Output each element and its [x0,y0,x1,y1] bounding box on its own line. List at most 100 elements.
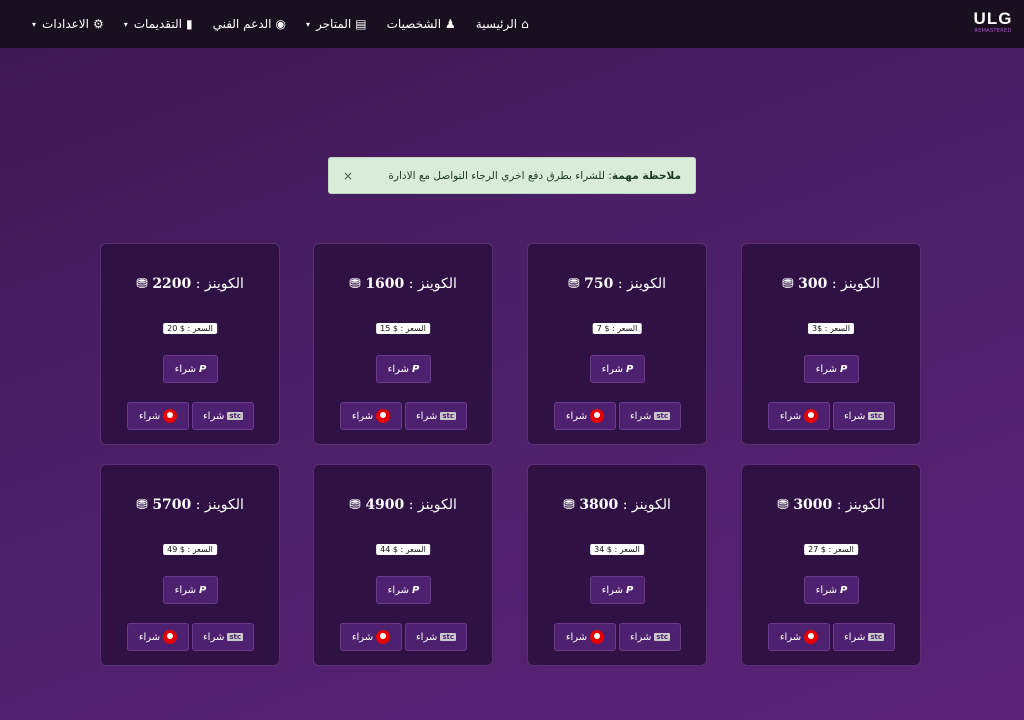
title-prefix: الكوينز : [831,276,880,292]
title-prefix: الكوينز : [195,276,244,292]
stc-icon: stc [868,412,885,420]
price-value: $ 34 [594,545,612,554]
paypal-icon: P [626,363,634,375]
title-prefix: الكوينز : [408,276,457,292]
buy-label: شراء [174,584,197,596]
price-value: $ 27 [808,545,826,554]
coin-amount: 5700 [152,497,192,513]
buy-vodafone-button[interactable]: شراء [127,402,189,430]
title-prefix: الكوينز : [622,497,671,513]
buy-label: شراء [815,363,838,375]
package-title: الكوينز : 300 ⛃ [742,276,920,292]
price-prefix: السعر : [187,324,213,333]
vodafone-icon [163,409,178,423]
buy-paypal-button[interactable]: P شراء [590,576,645,604]
coin-amount: 4900 [365,497,405,513]
nav-item-4[interactable]: ▮ التقديمات ▾ [124,17,193,31]
buy-vodafone-button[interactable]: شراء [554,402,616,430]
price-prefix: السعر : [828,545,854,554]
buy-stc-button[interactable]: stc شراء [833,402,895,430]
buy-vodafone-button[interactable]: شراء [340,402,402,430]
stc-icon: stc [440,412,457,420]
price-badge: السعر : $ 44 [376,544,430,555]
buy-vodafone-button[interactable]: شراء [768,623,830,651]
nav-item-3[interactable]: ◉ الدعم الفني [213,17,286,31]
nav-item-label: الشخصيات [386,17,442,31]
coins-icon: ⛃ [777,497,789,513]
nav-menu: ⌂ الرئيسية ♟ الشخصيات ▤ المتاجر ▾ ◉ الدعم الفني ▮… [12,17,529,31]
buy-label: شراء [138,631,161,643]
price-prefix: السعر : [611,324,638,333]
coins-icon: ⛃ [349,497,361,513]
clipboard-icon: ▮ [185,17,193,31]
buy-label: شراء [601,584,624,596]
buy-stc-button[interactable]: stc شراء [619,402,681,430]
buy-vodafone-button[interactable]: شراء [768,402,830,430]
paypal-icon: P [199,584,207,596]
buy-label: شراء [174,363,197,375]
nav-item-5[interactable]: ⚙ الاعدادات ▾ [32,17,104,31]
price-prefix: السعر : [400,324,426,333]
buy-label: شراء [565,410,588,422]
paypal-icon: P [412,363,420,375]
coin-package-card: الكوينز : 1600 ⛃ السعر : $ 15 P شراء stc… [313,243,493,445]
buy-label: شراء [629,631,652,643]
paypal-icon: P [626,584,634,596]
home-icon: ⌂ [521,17,529,31]
coin-package-card: الكوينز : 4900 ⛃ السعر : $ 44 P شراء stc… [313,464,493,666]
buy-vodafone-button[interactable]: شراء [554,623,616,651]
headset-icon: ◉ [275,17,286,31]
price-badge: السعر : $ 20 [163,323,217,334]
coins-icon: ⛃ [136,497,148,513]
logo-text: ULG [973,9,1013,28]
nav-item-label: الاعدادات [42,17,89,31]
vodafone-icon [590,630,605,644]
caret-down-icon: ▾ [306,19,311,29]
coin-amount: 1600 [365,276,405,292]
buy-label: شراء [138,410,161,422]
store-icon: ▤ [355,17,367,31]
buy-vodafone-button[interactable]: شراء [127,623,189,651]
package-title: الكوينز : 3800 ⛃ [528,497,706,513]
close-icon[interactable]: × [343,169,353,183]
vodafone-icon [163,630,178,644]
buy-paypal-button[interactable]: P شراء [163,355,218,383]
buy-paypal-button[interactable]: P شراء [376,355,431,383]
nav-item-2[interactable]: ▤ المتاجر ▾ [306,17,367,31]
navbar: ULG REMASTERED ⌂ الرئيسية ♟ الشخصيات ▤ المتاج… [0,0,1024,48]
buy-stc-button[interactable]: stc شراء [405,402,467,430]
coins-icon: ⛃ [563,497,575,513]
buy-paypal-button[interactable]: P شراء [804,576,859,604]
package-title: الكوينز : 4900 ⛃ [314,497,492,513]
price-badge: السعر : $ 27 [804,544,858,555]
nav-item-0[interactable]: ⌂ الرئيسية [476,17,529,31]
buy-label: شراء [387,584,410,596]
buy-stc-button[interactable]: stc شراء [405,623,467,651]
buy-label: شراء [565,631,588,643]
buy-paypal-button[interactable]: P شراء [163,576,218,604]
alert-message: ملاحظة مهمة: للشراء بطرق دفع اخري الرجاء… [388,170,681,182]
price-badge: السعر : $3 [807,323,855,334]
buy-stc-button[interactable]: stc شراء [192,623,254,651]
nav-item-label: التقديمات [133,17,182,31]
nav-item-1[interactable]: ♟ الشخصيات [387,17,456,31]
title-prefix: الكوينز : [617,276,666,292]
vodafone-icon [590,409,605,423]
buy-label: شراء [629,410,652,422]
buy-stc-button[interactable]: stc شراء [833,623,895,651]
buy-paypal-button[interactable]: P شراء [376,576,431,604]
stc-icon: stc [440,633,457,641]
vodafone-icon [376,630,391,644]
buy-paypal-button[interactable]: P شراء [804,355,859,383]
buy-label: شراء [601,363,624,375]
package-title: الكوينز : 5700 ⛃ [101,497,279,513]
site-logo[interactable]: ULG REMASTERED [974,10,1012,38]
buy-label: شراء [202,410,225,422]
coins-icon: ⛃ [349,276,361,292]
buy-stc-button[interactable]: stc شراء [619,623,681,651]
coin-package-card: الكوينز : 750 ⛃ السعر : $ 7 P شراء stc ش… [527,243,707,445]
buy-stc-button[interactable]: stc شراء [192,402,254,430]
buy-label: شراء [415,631,438,643]
buy-vodafone-button[interactable]: شراء [340,623,402,651]
buy-paypal-button[interactable]: P شراء [590,355,645,383]
